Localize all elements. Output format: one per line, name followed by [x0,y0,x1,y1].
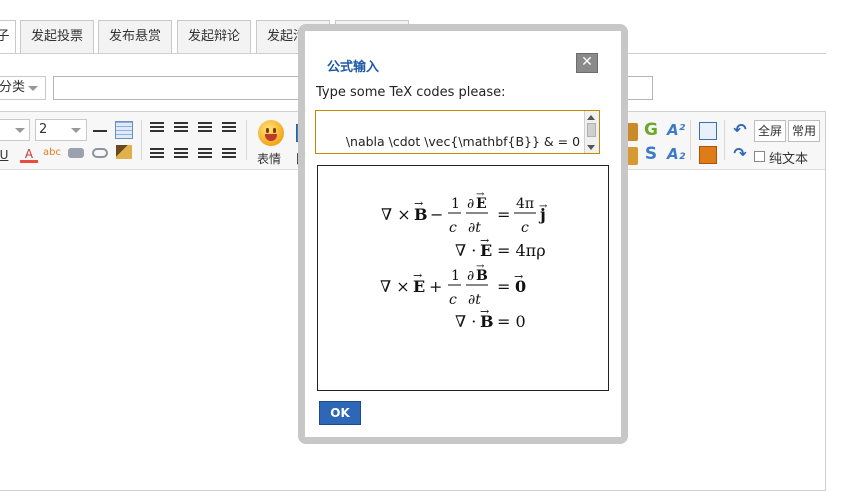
textarea-scrollbar[interactable] [584,111,599,153]
close-button[interactable]: ✕ [576,53,598,73]
link-icon[interactable] [68,148,84,158]
editor-right-border [825,168,826,487]
smiley-icon[interactable] [258,120,284,146]
horizontal-rule-icon[interactable] [93,130,107,132]
category-value: 分类 [0,80,26,95]
indent-icon[interactable] [150,148,164,160]
paste-word-icon[interactable] [699,122,717,140]
svg-text:c: c [449,220,457,236]
svg-text:→: → [413,269,422,282]
dialog-body: 公式输入 ✕ Type some TeX codes please: \nabl… [305,31,621,437]
tab-thread[interactable]: 子 [0,20,16,54]
svg-text:→: → [476,261,485,272]
tex-input-value: \nabla \cdot \vec{\mathbf{B}} & = 0 \end… [345,134,581,149]
toolbar-separator [724,120,725,160]
svg-text:=: = [497,277,510,296]
unlink-icon[interactable] [92,148,108,158]
align-center-icon[interactable] [174,122,188,134]
toolbar-separator [246,120,247,160]
svg-text:∂: ∂ [467,268,474,284]
svg-text:∇ ×: ∇ × [381,205,411,224]
svg-text:→: → [414,197,423,210]
redo-icon[interactable]: ↷ [731,145,749,163]
rendered-equations: ∇ × B → − 1 c ∂ E → ∂t = 4π c j → ∇ · E … [380,189,548,331]
tab-poll[interactable]: 发起投票 [20,20,94,53]
svg-text:1: 1 [451,196,460,212]
ok-button[interactable]: OK [319,401,361,425]
emoji-label[interactable]: 表情 [257,150,281,167]
equation-gauss-magnetic: ∇ · B → = 0 [455,305,526,331]
svg-text:c: c [521,220,529,236]
unordered-list-icon[interactable] [222,148,236,160]
chevron-down-icon [71,128,81,133]
scroll-down-icon[interactable] [587,145,595,150]
format-brush-icon[interactable] [116,145,132,159]
align-right-icon[interactable] [198,122,212,134]
subscript-icon[interactable]: A₂ [667,145,685,163]
google-icon[interactable]: G [642,121,660,139]
dialog-title: 公式输入 [327,60,380,75]
svg-text:4π: 4π [516,196,534,212]
svg-text:∇ ·: ∇ · [455,312,476,331]
outdent-icon[interactable] [174,148,188,160]
font-family-select[interactable] [0,119,30,141]
align-left-icon[interactable] [150,122,164,134]
scroll-up-icon[interactable] [587,115,595,120]
svg-text:+: + [429,277,442,296]
svg-text:∂: ∂ [467,196,474,212]
media-icon[interactable] [699,146,717,164]
tab-reward[interactable]: 发布悬赏 [98,20,172,53]
equation-ampere-maxwell: ∇ × B → − 1 c ∂ E → ∂t = 4π c j → [381,189,548,236]
svg-text:c: c [449,292,457,308]
ordered-list-icon[interactable] [198,148,212,160]
equation-faraday: ∇ × E → + 1 c ∂ B → ∂t = 0 → [380,261,526,308]
align-justify-icon[interactable] [222,122,236,134]
font-size-select[interactable]: 2 [35,119,87,141]
svg-text:−: − [430,205,443,224]
superscript-icon[interactable]: A² [667,121,685,139]
svg-text:=: = [497,205,510,224]
svg-text:1: 1 [451,268,460,284]
undo-icon[interactable]: ↶ [731,121,749,139]
svg-text:= 0: = 0 [497,312,526,331]
category-select[interactable]: 分类 [0,76,46,100]
font-size-value: 2 [39,122,48,137]
tab-debate[interactable]: 发起辩论 [177,20,251,53]
svg-text:∇ ·: ∇ · [455,241,476,260]
svg-text:∇ ×: ∇ × [380,277,410,296]
equation-gauss-electric: ∇ · E → = 4πρ [455,234,546,260]
svg-text:→: → [480,234,489,247]
strike-icon[interactable]: S [642,145,660,163]
underline-icon[interactable]: U [0,146,13,164]
svg-text:→: → [480,305,489,318]
plain-text-label[interactable]: 纯文本 [769,148,808,167]
tex-input[interactable]: \nabla \cdot \vec{\mathbf{B}} & = 0 \end… [315,110,600,154]
highlight-icon[interactable]: abc [43,144,61,162]
scroll-thumb[interactable] [587,123,596,137]
common-button[interactable]: 常用 [788,120,821,142]
svg-text:→: → [476,189,485,200]
plain-text-checkbox[interactable] [754,151,765,162]
fullscreen-button[interactable]: 全屏 [754,120,787,142]
formula-preview: ∇ × B → − 1 c ∂ E → ∂t = 4π c j → ∇ · E … [317,165,609,391]
chevron-down-icon [28,86,38,91]
svg-text:→: → [539,201,548,212]
close-icon: ✕ [581,54,593,70]
chevron-down-icon [15,128,25,133]
toolbar-separator [690,120,691,160]
svg-text:= 4πρ: = 4πρ [497,241,546,260]
formula-dialog: 公式输入 ✕ Type some TeX codes please: \nabl… [298,24,628,444]
tex-prompt: Type some TeX codes please: [316,85,506,100]
svg-text:→: → [514,270,523,283]
table-icon[interactable] [115,121,133,139]
toolbar-separator [141,120,142,160]
font-color-icon[interactable]: A [20,145,38,163]
